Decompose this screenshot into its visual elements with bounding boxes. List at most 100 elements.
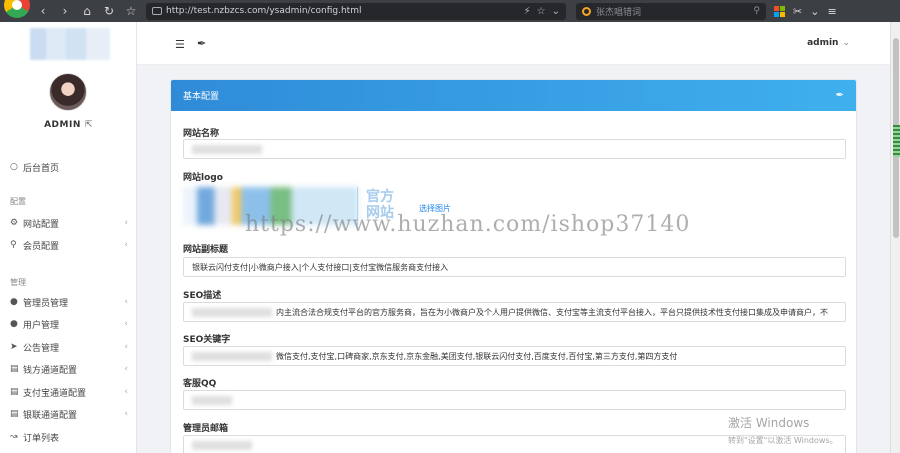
reload-icon[interactable]: ↻ bbox=[98, 0, 120, 22]
search-placeholder: 张杰唱错词 bbox=[596, 7, 642, 18]
sidebar-item-user-manage[interactable]: ● 用户管理 ‹ bbox=[10, 317, 128, 331]
search-box[interactable]: 张杰唱错词 ⚲ bbox=[576, 2, 766, 20]
card-header: 基本配置 ✒ bbox=[171, 80, 856, 111]
sidebar-item-label: 会员配置 bbox=[23, 241, 60, 252]
avatar[interactable] bbox=[49, 73, 87, 111]
subtitle-value: 银联云闪付支付|小微商户接入|个人支付接口|支付宝微信服务商支付接入 bbox=[192, 262, 449, 272]
lightning-icon[interactable]: ⚡ bbox=[524, 6, 531, 17]
card-title: 基本配置 bbox=[183, 92, 220, 102]
sidebar-item-label: 后台首页 bbox=[23, 163, 60, 174]
gear-icon: ⚙ bbox=[10, 218, 19, 228]
admin-email-label: 管理员邮箱 bbox=[183, 424, 229, 434]
user-icon: ● bbox=[10, 297, 18, 307]
bookmark-star-icon[interactable]: ☆ bbox=[120, 0, 142, 22]
send-icon: ➤ bbox=[10, 342, 18, 352]
sidebar-item-label: 用户管理 bbox=[23, 320, 60, 331]
activation-title: 激活 Windows bbox=[728, 416, 810, 430]
sidebar-item-label: 支付宝通道配置 bbox=[23, 388, 87, 399]
chevron-left-icon: ‹ bbox=[124, 240, 128, 250]
url-text: http://test.nzbzcs.com/ysadmin/config.ht… bbox=[166, 6, 362, 16]
watermark-text: https://www.huzhan.com/ishop37140 bbox=[245, 212, 691, 237]
back-icon[interactable]: ‹ bbox=[32, 0, 54, 22]
seo-description-input[interactable]: 内主流合法合规支付平台的官方服务商，旨在为小微商户及个人用户提供微信、支付宝等主… bbox=[183, 302, 846, 322]
sidebar-item-label: 公告管理 bbox=[23, 343, 60, 354]
site-logo-label: 网站logo bbox=[183, 173, 223, 183]
chevron-left-icon: ‹ bbox=[124, 218, 128, 228]
logout-icon[interactable]: ⇱ bbox=[85, 120, 93, 130]
support-qq-input[interactable] bbox=[183, 390, 846, 410]
doc-icon: ▤ bbox=[10, 387, 19, 397]
forward-icon[interactable]: › bbox=[54, 0, 76, 22]
wrench-icon[interactable]: ✒ bbox=[836, 90, 844, 101]
site-name-input[interactable] bbox=[183, 139, 846, 159]
top-header: ☰ ✒ admin ⌄ bbox=[137, 22, 890, 65]
redacted-value bbox=[192, 440, 252, 450]
subtitle-input[interactable]: 银联云闪付支付|小微商户接入|个人支付接口|支付宝微信服务商支付接入 bbox=[183, 257, 846, 277]
home-icon[interactable]: ⌂ bbox=[76, 0, 98, 22]
side-widget bbox=[893, 125, 900, 157]
seo-description-value: 内主流合法合规支付平台的官方服务商，旨在为小微商户及个人用户提供微信、支付宝等主… bbox=[276, 307, 828, 317]
search-icon[interactable]: ⚲ bbox=[753, 6, 760, 16]
seo-keywords-label: SEO关键字 bbox=[183, 335, 231, 345]
users-icon: ● bbox=[10, 319, 18, 329]
section-config: 配置 bbox=[10, 197, 26, 206]
chevron-left-icon: ‹ bbox=[124, 319, 128, 329]
redacted-value bbox=[192, 144, 262, 154]
sidebar-item-order-list[interactable]: ↝ 订单列表 bbox=[10, 430, 128, 444]
admin-dropdown[interactable]: admin ⌄ bbox=[807, 38, 850, 48]
activation-subtitle: 转到"设置"以激活 Windows。 bbox=[728, 436, 838, 445]
redacted-value bbox=[192, 307, 272, 317]
sidebar-item-unionpay-channel[interactable]: ▤ 银联通道配置 ‹ bbox=[10, 407, 128, 421]
chart-icon: ↝ bbox=[10, 432, 18, 442]
chevron-down-icon[interactable]: ⌄ bbox=[552, 6, 560, 17]
sidebar-item-label: 钱方通道配置 bbox=[23, 365, 78, 376]
seo-description-label: SEO描述 bbox=[183, 291, 222, 301]
doc-icon: ▤ bbox=[10, 409, 19, 419]
sidebar-item-member-config[interactable]: ⚲ 会员配置 ‹ bbox=[10, 238, 128, 252]
sidebar-item-admin-manage[interactable]: ● 管理员管理 ‹ bbox=[10, 295, 128, 309]
redacted-value bbox=[192, 351, 272, 361]
browser-toolbar: ‹ › ⌂ ↻ ☆ http://test.nzbzcs.com/ysadmin… bbox=[0, 0, 900, 22]
hamburger-icon[interactable]: ☰ bbox=[175, 38, 185, 51]
sidebar-item-label: 订单列表 bbox=[23, 433, 60, 444]
redacted-value bbox=[192, 395, 232, 405]
sidebar: ADMIN ⇱ ○ 后台首页 配置 ⚙ 网站配置 ‹ ⚲ 会员配置 ‹ 管理 ● … bbox=[0, 22, 137, 453]
sidebar-item-label: 网站配置 bbox=[23, 219, 60, 230]
chevron-left-icon: ‹ bbox=[124, 409, 128, 419]
scissors-icon[interactable]: ✂ bbox=[793, 5, 802, 18]
section-manage: 管理 bbox=[10, 278, 26, 287]
sidebar-item-site-config[interactable]: ⚙ 网站配置 ‹ bbox=[10, 216, 128, 230]
favorite-star-icon[interactable]: ☆ bbox=[537, 6, 546, 17]
admin-label: admin bbox=[807, 38, 839, 48]
browser-logo-icon bbox=[0, 0, 32, 22]
key-icon: ⚲ bbox=[10, 240, 17, 250]
windows-activation-notice: 激活 Windows 转到"设置"以激活 Windows。 bbox=[728, 414, 838, 446]
chevron-down-icon: ⌄ bbox=[842, 38, 850, 48]
search-engine-icon bbox=[582, 6, 591, 16]
brand-logo bbox=[30, 28, 110, 60]
chevron-down-icon[interactable]: ⌄ bbox=[810, 5, 819, 18]
wrench-icon[interactable]: ✒ bbox=[197, 37, 206, 50]
doc-icon: ▤ bbox=[10, 364, 19, 374]
support-qq-label: 客服QQ bbox=[183, 379, 217, 389]
sidebar-item-notice-manage[interactable]: ➤ 公告管理 ‹ bbox=[10, 340, 128, 354]
menu-icon[interactable]: ≡ bbox=[827, 5, 836, 18]
sidebar-item-alipay-channel[interactable]: ▤ 支付宝通道配置 ‹ bbox=[10, 385, 128, 399]
config-card: 基本配置 ✒ 网站名称 网站logo 官方 网站 选择图片 网站副标题 银联云闪… bbox=[170, 79, 857, 453]
seo-keywords-value: 微信支付,支付宝,口碑商家,京东支付,京东金融,美团支付,银联云闪付支付,百度支… bbox=[276, 351, 678, 361]
chevron-left-icon: ‹ bbox=[124, 364, 128, 374]
apps-grid-icon[interactable] bbox=[774, 5, 785, 17]
sidebar-item-label: 银联通道配置 bbox=[23, 410, 78, 421]
sidebar-item-qianfang-channel[interactable]: ▤ 钱方通道配置 ‹ bbox=[10, 362, 128, 376]
site-name-label: 网站名称 bbox=[183, 129, 220, 139]
chevron-left-icon: ‹ bbox=[124, 297, 128, 307]
username: ADMIN bbox=[44, 120, 81, 130]
seo-keywords-input[interactable]: 微信支付,支付宝,口碑商家,京东支付,京东金融,美团支付,银联云闪付支付,百度支… bbox=[183, 346, 846, 366]
page-info-icon bbox=[152, 7, 162, 15]
chevron-left-icon: ‹ bbox=[124, 342, 128, 352]
subtitle-label: 网站副标题 bbox=[183, 245, 229, 255]
home-icon: ○ bbox=[10, 162, 18, 172]
page-scrollbar[interactable] bbox=[890, 22, 900, 453]
address-bar[interactable]: http://test.nzbzcs.com/ysadmin/config.ht… bbox=[146, 2, 566, 20]
sidebar-item-dashboard[interactable]: ○ 后台首页 bbox=[10, 160, 128, 174]
